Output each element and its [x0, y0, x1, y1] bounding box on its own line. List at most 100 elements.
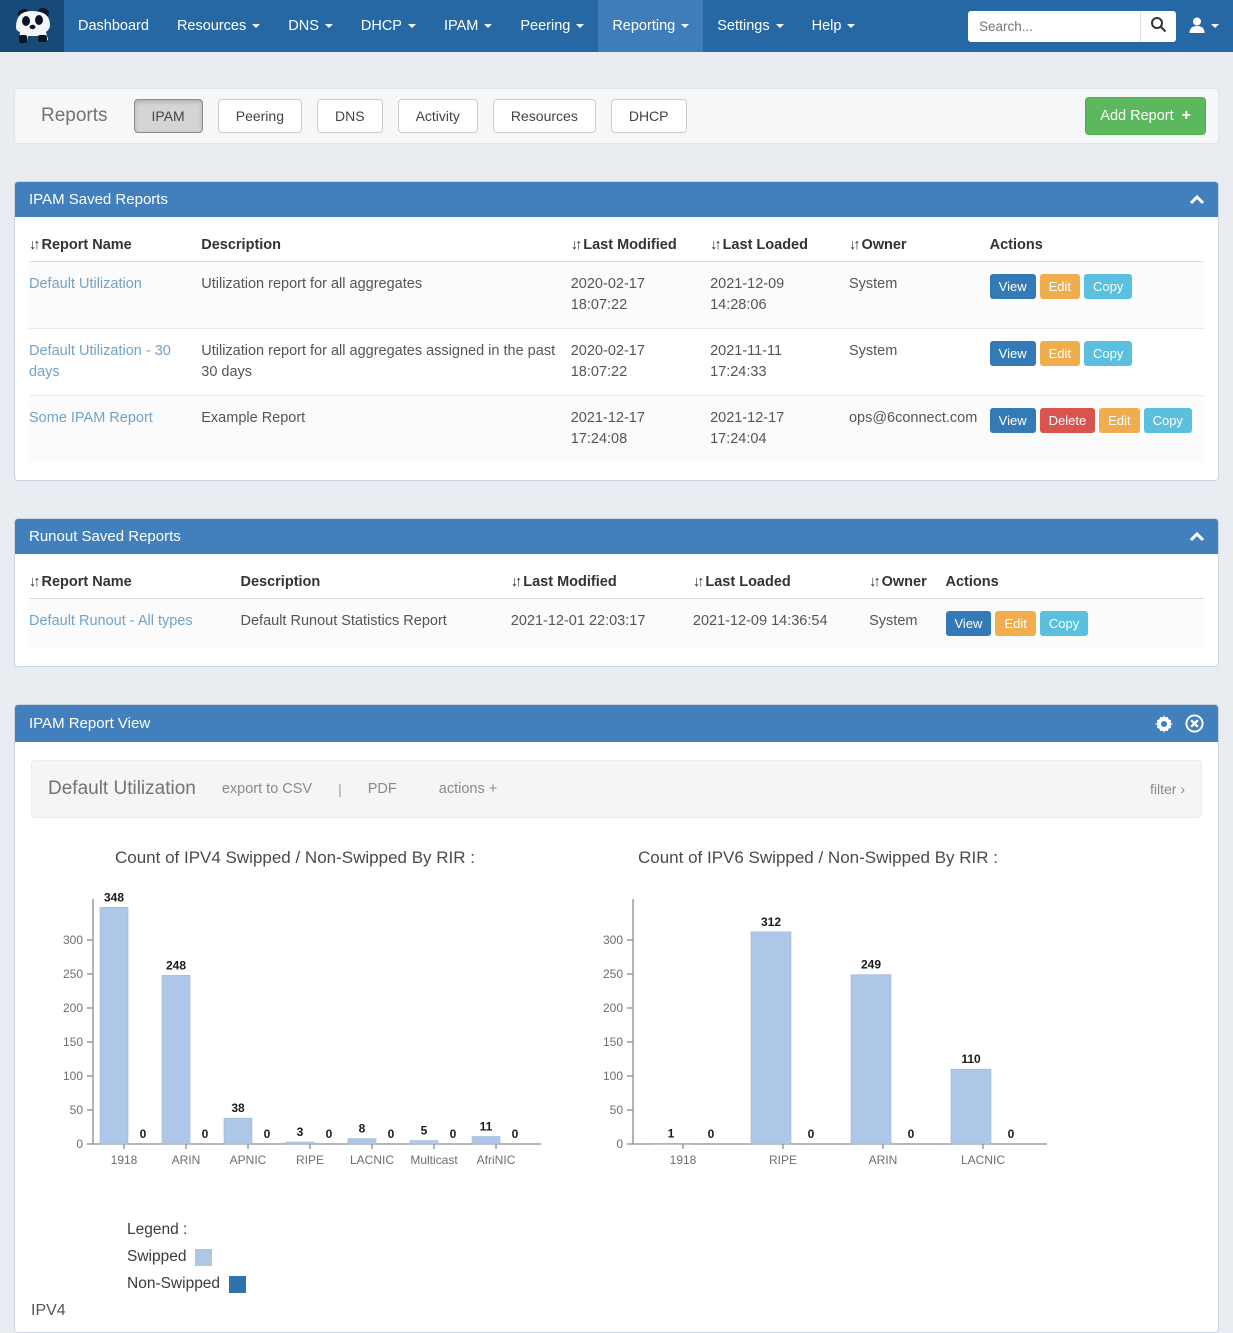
close-icon[interactable]	[1185, 714, 1204, 733]
table-row: Default Runout - All typesDefault Runout…	[29, 599, 1204, 649]
svg-text:200: 200	[63, 1001, 83, 1015]
ipam-report-view-panel: IPAM Report View	[14, 704, 1219, 1333]
column-label: Last Loaded	[705, 574, 790, 590]
svg-text:150: 150	[63, 1035, 83, 1049]
svg-text:100: 100	[603, 1069, 623, 1083]
legend-item: Non-Swipped	[127, 1275, 1202, 1293]
report-name-link[interactable]: Some IPAM Report	[29, 410, 153, 426]
copy-button[interactable]: Copy	[1040, 611, 1088, 636]
copy-button[interactable]: Copy	[1084, 274, 1132, 299]
actions-menu[interactable]: actions +	[439, 781, 497, 797]
ipam-saved-reports-header: IPAM Saved Reports	[15, 182, 1218, 217]
edit-button[interactable]: Edit	[1040, 341, 1080, 366]
column-header-last-loaded[interactable]: ↓↑Last Loaded	[710, 225, 849, 262]
sort-icon: ↓↑	[29, 237, 38, 253]
filter-toggle[interactable]: filter ›	[1150, 781, 1185, 797]
nav-item-reporting[interactable]: Reporting	[598, 0, 703, 52]
nav-item-resources[interactable]: Resources	[163, 0, 274, 52]
column-label: Last Modified	[583, 237, 676, 253]
svg-text:8: 8	[359, 1122, 366, 1136]
report-name-link[interactable]: Default Utilization - 30 days	[29, 343, 171, 380]
svg-text:200: 200	[603, 1001, 623, 1015]
view-button[interactable]: View	[990, 341, 1036, 366]
nav-item-peering[interactable]: Peering	[506, 0, 598, 52]
gear-icon[interactable]	[1155, 715, 1173, 733]
ipv4-chart: Count of IPV4 Swipped / Non-Swipped By R…	[45, 848, 545, 1187]
search-input[interactable]	[968, 11, 1140, 42]
export-csv-link[interactable]: export to CSV	[222, 781, 312, 797]
svg-text:0: 0	[76, 1137, 83, 1151]
user-menu[interactable]	[1188, 16, 1219, 37]
copy-button[interactable]: Copy	[1144, 408, 1192, 433]
cell-last-loaded: 2021-12-17 17:24:04	[710, 396, 849, 463]
column-header-owner[interactable]: ↓↑Owner	[849, 225, 990, 262]
nav-item-settings[interactable]: Settings	[703, 0, 797, 52]
add-report-button[interactable]: Add Report +	[1085, 97, 1206, 135]
legend-swatch	[229, 1276, 246, 1293]
view-button[interactable]: View	[990, 274, 1036, 299]
svg-text:LACNIC: LACNIC	[961, 1153, 1005, 1167]
view-button[interactable]: View	[946, 611, 992, 636]
column-header-owner[interactable]: ↓↑Owner	[869, 562, 945, 599]
column-label: Report Name	[42, 574, 132, 590]
column-header-description: Description	[201, 225, 570, 262]
tab-peering[interactable]: Peering	[218, 99, 302, 133]
svg-text:0: 0	[616, 1137, 623, 1151]
svg-text:Multicast: Multicast	[410, 1153, 458, 1167]
column-label: Actions	[990, 237, 1043, 253]
chevron-down-icon	[408, 24, 416, 28]
ipv4-chart-title: Count of IPV4 Swipped / Non-Swipped By R…	[45, 848, 545, 868]
svg-text:0: 0	[708, 1127, 715, 1141]
edit-button[interactable]: Edit	[1099, 408, 1139, 433]
column-header-last-modified[interactable]: ↓↑Last Modified	[511, 562, 693, 599]
svg-text:11: 11	[480, 1120, 493, 1134]
nav-item-dns[interactable]: DNS	[274, 0, 347, 52]
collapse-icon[interactable]	[1190, 195, 1204, 205]
svg-text:AfriNIC: AfriNIC	[477, 1153, 516, 1167]
cell-owner: System	[849, 329, 990, 396]
export-pdf-link[interactable]: PDF	[368, 781, 397, 797]
main-nav: DashboardResourcesDNSDHCPIPAM Peering Repo…	[64, 0, 869, 52]
copy-button[interactable]: Copy	[1084, 341, 1132, 366]
navbar-right	[968, 0, 1233, 52]
svg-text:0: 0	[202, 1127, 209, 1141]
tab-ipam[interactable]: IPAM	[134, 99, 203, 133]
column-header-last-modified[interactable]: ↓↑Last Modified	[571, 225, 710, 262]
tab-activity[interactable]: Activity	[398, 99, 478, 133]
collapse-icon[interactable]	[1190, 532, 1204, 542]
app-logo[interactable]	[0, 0, 64, 52]
nav-item-label: Settings	[717, 18, 769, 34]
chevron-down-icon	[576, 24, 584, 28]
search-button[interactable]	[1140, 11, 1176, 42]
view-button[interactable]: View	[990, 408, 1036, 433]
reports-title: Reports	[27, 105, 108, 127]
svg-text:38: 38	[231, 1101, 245, 1115]
edit-button[interactable]: Edit	[995, 611, 1035, 636]
tab-dhcp[interactable]: DHCP	[611, 99, 687, 133]
nav-item-dhcp[interactable]: DHCP	[347, 0, 430, 52]
svg-text:312: 312	[761, 915, 781, 929]
charts-area: Count of IPV4 Swipped / Non-Swipped By R…	[31, 848, 1202, 1187]
report-name-link[interactable]: Default Runout - All types	[29, 613, 193, 629]
column-label: Last Modified	[523, 574, 616, 590]
delete-button[interactable]: Delete	[1040, 408, 1096, 433]
column-header-actions: Actions	[990, 225, 1204, 262]
legend-swatch	[195, 1249, 212, 1266]
column-header-report-name[interactable]: ↓↑Report Name	[29, 562, 241, 599]
column-header-report-name[interactable]: ↓↑Report Name	[29, 225, 201, 262]
tab-dns[interactable]: DNS	[317, 99, 383, 133]
nav-item-dashboard[interactable]: Dashboard	[64, 0, 163, 52]
nav-item-label: Peering	[520, 18, 570, 34]
sort-icon: ↓↑	[571, 237, 580, 253]
report-name-link[interactable]: Default Utilization	[29, 276, 142, 292]
column-header-last-loaded[interactable]: ↓↑Last Loaded	[693, 562, 869, 599]
edit-button[interactable]: Edit	[1040, 274, 1080, 299]
nav-item-help[interactable]: Help	[798, 0, 870, 52]
tab-resources[interactable]: Resources	[493, 99, 596, 133]
column-label: Description	[201, 237, 281, 253]
nav-item-ipam[interactable]: IPAM	[430, 0, 506, 52]
bar-chart-svg: 050100150200250300348019182480ARIN380APN…	[45, 884, 545, 1184]
cell-owner: ops@6connect.com	[849, 396, 990, 463]
column-label: Description	[241, 574, 321, 590]
sort-icon: ↓↑	[849, 237, 858, 253]
